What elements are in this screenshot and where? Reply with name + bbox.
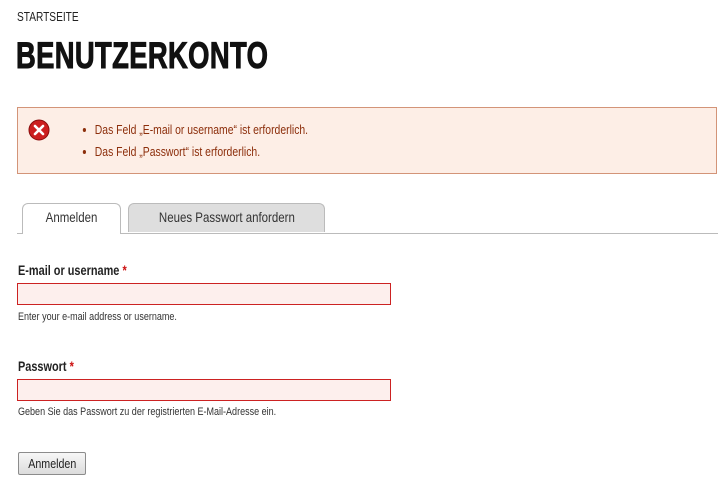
password-label: Passwort * xyxy=(18,358,74,374)
breadcrumb-home-link[interactable]: STARTSEITE xyxy=(17,9,79,24)
error-list: Das Feld „E-mail or username“ ist erford… xyxy=(82,119,431,163)
page-title: BENUTZERKONTO xyxy=(16,35,269,76)
login-button-label: Anmelden xyxy=(27,456,76,471)
password-description: Geben Sie das Passwort zu der registrier… xyxy=(18,406,277,418)
password-label-text: Passwort xyxy=(18,358,67,374)
username-label-text: E-mail or username xyxy=(18,262,120,278)
error-icon xyxy=(28,119,50,141)
tab-new-password[interactable]: Neues Passwort anfordern xyxy=(128,203,325,232)
username-label: E-mail or username * xyxy=(18,262,127,278)
required-marker: * xyxy=(69,358,74,374)
tab-label: Anmelden xyxy=(45,209,98,225)
login-button[interactable]: Anmelden xyxy=(18,452,86,475)
username-description: Enter your e-mail address or username. xyxy=(18,311,177,323)
tab-bar: Anmelden Neues Passwort anfordern xyxy=(17,203,718,234)
required-marker: * xyxy=(122,262,127,278)
error-item: Das Feld „E-mail or username“ ist erford… xyxy=(95,119,431,141)
error-item: Das Feld „Passwort“ ist erforderlich. xyxy=(95,141,431,163)
tab-anmelden[interactable]: Anmelden xyxy=(22,203,121,234)
error-messages: Das Feld „E-mail or username“ ist erford… xyxy=(17,107,717,174)
password-input[interactable] xyxy=(17,379,391,401)
tab-label: Neues Passwort anfordern xyxy=(158,209,295,225)
username-input[interactable] xyxy=(17,283,391,305)
login-page: STARTSEITE BENUTZERKONTO Das Feld „E-mai… xyxy=(0,0,728,485)
